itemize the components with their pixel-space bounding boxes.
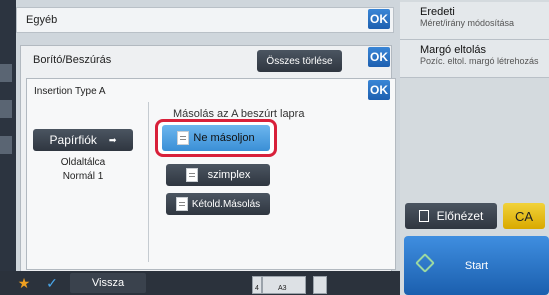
left-strip-marker [0,136,12,154]
option-duplex-label: Kétold.Másolás [191,198,261,210]
option-no-copy[interactable]: Ne másoljon [162,125,270,151]
right-item-original-subtitle: Méret/irány módosítása [420,18,515,28]
right-item-margin-title: Margó eltolás [420,44,487,56]
tray-info-line2: Normál 1 [62,171,104,182]
favorite-star-icon[interactable]: ★ [14,273,34,293]
option-simplex[interactable]: szimplex [166,164,270,186]
checkmark-icon[interactable]: ✓ [40,273,64,293]
tray-mark-2: A3 [278,285,287,292]
preview-label: Előnézet [436,209,484,223]
right-item-margin[interactable]: Margó eltolás Pozíc. eltol. margó létreh… [400,40,549,78]
start-button[interactable]: Start [404,236,549,295]
left-strip-marker [0,100,12,118]
paper-tray-button[interactable]: Papírfiók ➡ [33,129,133,151]
top-bar [16,7,394,33]
preview-icon [418,210,429,222]
cover-insert-title: Borító/Beszúrás [33,54,112,66]
tray-indicator [313,276,327,294]
right-item-original[interactable]: Eredeti Méret/irány módosítása [400,2,549,40]
document-icon [175,197,188,211]
ca-button[interactable]: CA [503,203,545,229]
arrow-right-icon: ➡ [108,134,117,145]
divider [148,102,149,262]
right-item-margin-subtitle: Pozíc. eltol. margó létrehozás [420,56,539,66]
right-item-original-title: Eredeti [420,6,455,18]
preview-button[interactable]: Előnézet [405,203,497,229]
paper-tray-label: Papírfiók [49,133,97,147]
option-duplex[interactable]: Kétold.Másolás [166,193,270,215]
top-ok-button[interactable]: OK [368,9,390,29]
cover-ok-button[interactable]: OK [368,47,390,67]
start-label: Start [464,259,489,272]
document-icon [185,168,198,182]
insertion-ok-button[interactable]: OK [368,80,390,100]
tray-mark-1: 4 [255,285,259,292]
insertion-title: Insertion Type A [34,86,106,97]
tray-info-line1: Oldaltálca [60,157,106,168]
back-button[interactable]: Vissza [70,273,146,293]
option-no-copy-label: Ne másoljon [193,132,255,144]
left-strip-marker [0,64,12,82]
clear-all-button[interactable]: Összes törlése [257,50,342,72]
start-icon [415,253,435,273]
top-bar-title: Egyéb [26,14,58,26]
option-simplex-label: szimplex [207,169,251,181]
document-icon [177,131,190,145]
